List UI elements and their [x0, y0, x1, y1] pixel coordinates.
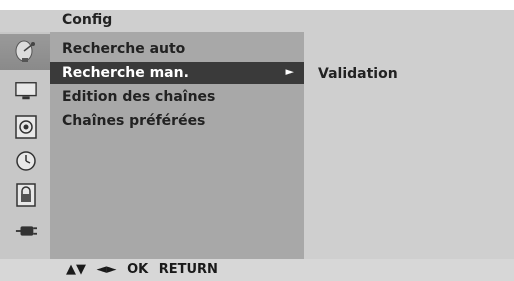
menu-item-label: Edition des chaînes — [62, 89, 216, 105]
menu-item-recherche-man[interactable]: Recherche man. ► — [50, 62, 304, 84]
menu-item-recherche-auto[interactable]: Recherche auto — [50, 38, 304, 60]
menu-item-edition-chaines[interactable]: Edition des chaînes — [50, 86, 304, 108]
menu-item-chaines-preferees[interactable]: Chaînes préférées — [50, 110, 304, 132]
page-title: Config — [62, 12, 113, 28]
menu-item-label: Chaînes préférées — [62, 113, 206, 129]
tv-screen-icon[interactable] — [15, 80, 37, 102]
osd-menu-screen: Config Recherche auto Recherche man. ► E… — [0, 0, 514, 281]
menu-item-label: Recherche auto — [62, 41, 186, 57]
up-down-arrows-icon: ▲▼ — [66, 262, 86, 277]
speaker-icon[interactable] — [15, 115, 37, 139]
lock-icon[interactable] — [15, 183, 37, 207]
return-key-hint: RETURN — [158, 262, 218, 277]
clock-icon[interactable] — [15, 150, 37, 172]
plug-icon[interactable] — [15, 220, 37, 242]
key-hint-bar: ▲▼ ◄► OK RETURN — [0, 259, 514, 281]
menu-item-label: Recherche man. — [62, 65, 189, 81]
submenu-panel: Validation — [304, 32, 514, 259]
category-icon-strip — [0, 32, 50, 259]
left-right-arrows-icon: ◄► — [96, 262, 117, 277]
key-hints: ▲▼ ◄► OK RETURN — [66, 262, 224, 277]
menu-list: Recherche auto Recherche man. ► Edition … — [50, 32, 304, 259]
ok-key-hint: OK — [127, 262, 149, 277]
menu-header: Config — [0, 10, 514, 32]
submenu-item-validation[interactable]: Validation — [318, 66, 398, 82]
submenu-arrow-icon: ► — [285, 65, 294, 78]
satellite-dish-icon[interactable] — [0, 34, 50, 70]
